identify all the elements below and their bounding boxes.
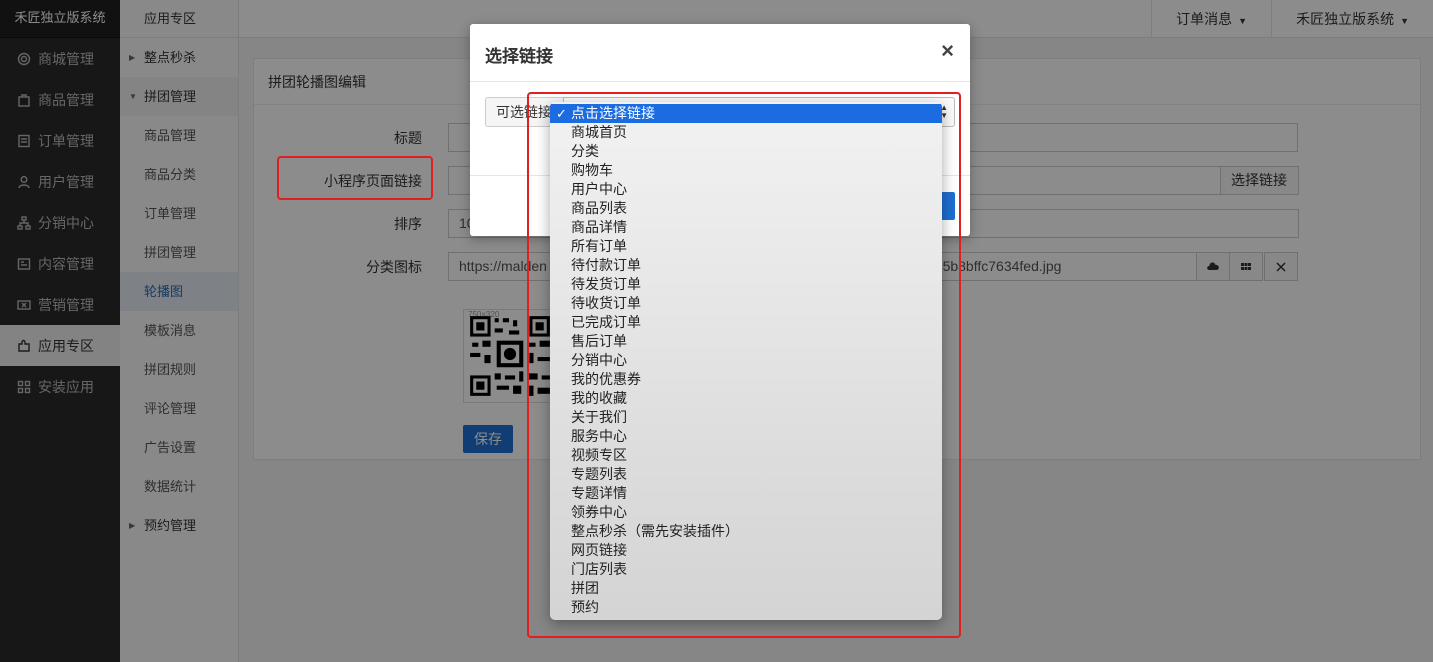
dropdown-option[interactable]: 已完成订单 xyxy=(550,313,942,332)
dropdown-option[interactable]: 专题列表 xyxy=(550,465,942,484)
checkmark-icon: ✓ xyxy=(556,106,567,121)
dropdown-option[interactable]: 专题详情 xyxy=(550,484,942,503)
close-icon[interactable]: × xyxy=(941,40,954,62)
dropdown-option[interactable]: 售后订单 xyxy=(550,332,942,351)
dropdown-option[interactable]: 待发货订单 xyxy=(550,275,942,294)
dropdown-option[interactable]: 待付款订单 xyxy=(550,256,942,275)
dropdown-option[interactable]: 视频专区 xyxy=(550,446,942,465)
dropdown-option[interactable]: 网页链接 xyxy=(550,541,942,560)
dropdown-option[interactable]: 门店列表 xyxy=(550,560,942,579)
dropdown-option[interactable]: 服务中心 xyxy=(550,427,942,446)
dropdown-option[interactable]: 商城首页 xyxy=(550,123,942,142)
dropdown-option[interactable]: 商品列表 xyxy=(550,199,942,218)
dropdown-option[interactable]: 分销中心 xyxy=(550,351,942,370)
dropdown-option[interactable]: 所有订单 xyxy=(550,237,942,256)
dropdown-option[interactable]: 我的收藏 xyxy=(550,389,942,408)
modal-title: 选择链接 xyxy=(485,47,553,66)
link-options-dropdown: ✓ 点击选择链接 商城首页 分类 购物车 用户中心 商品列表 商品详情 所有订单 待付款订单 待发货… xyxy=(550,102,942,620)
dropdown-option[interactable]: 用户中心 xyxy=(550,180,942,199)
modal-header: 选择链接 × xyxy=(470,24,970,82)
dropdown-option[interactable]: 整点秒杀（需先安装插件） xyxy=(550,522,942,541)
dropdown-option[interactable]: 待收货订单 xyxy=(550,294,942,313)
dropdown-option[interactable]: 购物车 xyxy=(550,161,942,180)
dropdown-option[interactable]: 预约 xyxy=(550,598,942,617)
dropdown-option[interactable]: 拼团 xyxy=(550,579,942,598)
dropdown-option[interactable]: 领券中心 xyxy=(550,503,942,522)
dropdown-option[interactable]: ✓ 点击选择链接 xyxy=(550,104,942,123)
link-label-highlight xyxy=(277,156,433,200)
dropdown-option[interactable]: 分类 xyxy=(550,142,942,161)
dropdown-option[interactable]: 关于我们 xyxy=(550,408,942,427)
dropdown-option[interactable]: 商品详情 xyxy=(550,218,942,237)
dropdown-option[interactable]: 我的优惠券 xyxy=(550,370,942,389)
